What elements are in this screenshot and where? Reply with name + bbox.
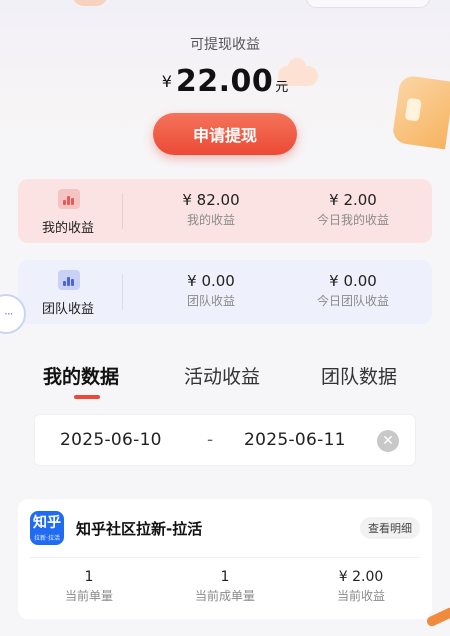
team-today-earnings: ¥ 0.00 今日团队收益 (278, 272, 428, 309)
amount-unit: 元 (275, 80, 289, 95)
stat-current-earnings: ¥ 2.00 当前收益 (296, 569, 426, 604)
start-date[interactable]: 2025-06-10 (60, 430, 162, 450)
my-today-value: ¥ 2.00 (329, 191, 377, 209)
stat-label: 当前收益 (336, 589, 385, 603)
my-total-label: 我的收益 (186, 213, 235, 227)
tab-activity-earnings[interactable]: 活动收益 (184, 362, 260, 389)
withdrawable-amount: ¥22.00 元 (0, 64, 450, 99)
close-icon[interactable]: ✕ (377, 430, 399, 452)
divider (122, 274, 123, 310)
date-range-picker: 2025-06-10 - 2025-06-11 ✕ (34, 414, 416, 466)
tab-my-data[interactable]: 我的数据 (43, 362, 119, 389)
task-title: 知乎社区拉新-拉活 (76, 520, 203, 538)
my-earnings-tab: 我的收益 (18, 179, 118, 243)
amount-value: 22.00 (175, 64, 274, 99)
currency-symbol: ¥ (161, 72, 172, 91)
end-date[interactable]: 2025-06-11 (244, 430, 346, 450)
team-today-value: ¥ 0.00 (329, 272, 377, 290)
apply-withdraw-button[interactable]: 申请提现 (153, 113, 297, 155)
stat-value: 1 (84, 569, 94, 585)
stat-current-orders: 1 当前单量 (24, 569, 154, 604)
date-separator: - (207, 430, 214, 450)
stat-value: ¥ 2.00 (338, 569, 384, 585)
team-total-label: 团队收益 (186, 294, 235, 308)
stat-label: 当前单量 (64, 589, 113, 603)
team-total-value: ¥ 0.00 (187, 272, 235, 290)
team-earnings-title: 团队收益 (41, 302, 94, 317)
team-today-label: 今日团队收益 (316, 294, 389, 308)
active-tab-indicator (74, 395, 100, 399)
my-today-label: 今日我的收益 (316, 213, 389, 227)
withdrawable-label: 可提现收益 (190, 37, 260, 53)
stat-completed-orders: 1 当前成单量 (160, 569, 290, 604)
my-total-value: ¥ 82.00 (182, 191, 240, 209)
chart-icon (58, 189, 80, 209)
my-earnings-title: 我的收益 (41, 221, 94, 236)
team-earnings-card[interactable]: 团队收益 ¥ 0.00 团队收益 ¥ 0.00 今日团队收益 (18, 260, 432, 324)
view-details-button[interactable]: 查看明细 (360, 517, 420, 539)
team-total-earnings: ¥ 0.00 团队收益 (136, 272, 286, 309)
decorative-shape (306, 0, 430, 8)
my-earnings-card[interactable]: 我的收益 ¥ 82.00 我的收益 ¥ 2.00 今日我的收益 (18, 179, 432, 243)
task-card: 知乎 拉新·拉活 知乎社区拉新-拉活 查看明细 1 当前单量 1 当前成单量 ¥… (18, 499, 432, 619)
data-tabs: 我的数据 活动收益 团队数据 (0, 362, 450, 402)
team-earnings-tab: 团队收益 (18, 260, 118, 324)
chart-icon (58, 270, 80, 290)
divider (122, 193, 123, 229)
my-today-earnings: ¥ 2.00 今日我的收益 (278, 191, 428, 228)
logo-subtext: 拉新·拉活 (34, 535, 60, 542)
zhihu-logo-icon: 知乎 拉新·拉活 (30, 511, 64, 545)
more-icon: ··· (4, 307, 14, 321)
stat-value: 1 (220, 569, 230, 585)
tab-team-data[interactable]: 团队数据 (321, 362, 397, 389)
divider (30, 557, 420, 558)
logo-text: 知乎 (33, 515, 61, 531)
my-total-earnings: ¥ 82.00 我的收益 (136, 191, 286, 228)
stat-label: 当前成单量 (194, 589, 255, 603)
